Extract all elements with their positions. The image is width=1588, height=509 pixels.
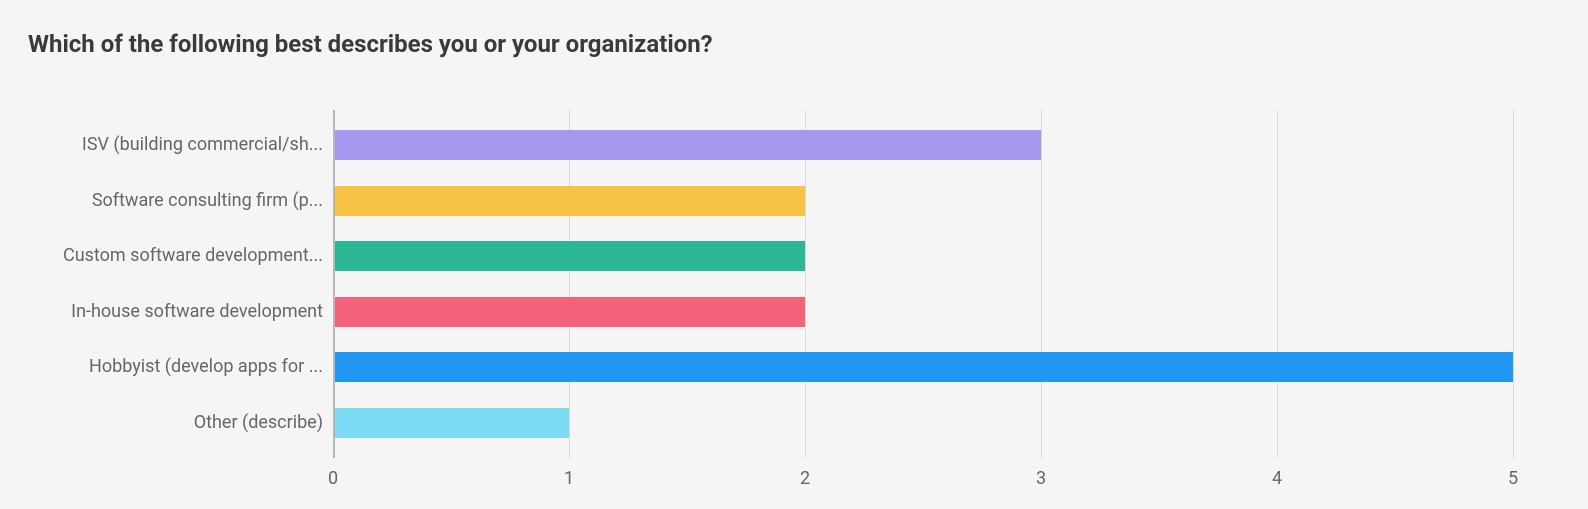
- bar-row: [333, 241, 805, 271]
- x-tick-label: 2: [800, 468, 810, 489]
- y-tick-label: In-house software development: [28, 297, 323, 327]
- bar[interactable]: [333, 297, 805, 327]
- x-tick-label: 0: [328, 468, 338, 489]
- bar-row: [333, 186, 805, 216]
- bar[interactable]: [333, 186, 805, 216]
- x-axis-labels: 012345: [333, 468, 1513, 498]
- y-tick-label: Hobbyist (develop apps for ...: [28, 352, 323, 382]
- bar[interactable]: [333, 241, 805, 271]
- x-tick-label: 3: [1036, 468, 1046, 489]
- chart-area: ISV (building commercial/sh... Software c…: [28, 110, 1568, 500]
- y-tick-label: ISV (building commercial/sh...: [28, 130, 323, 160]
- bar[interactable]: [333, 408, 569, 438]
- bar[interactable]: [333, 352, 1513, 382]
- x-tick-label: 5: [1508, 468, 1518, 489]
- plot-area: [333, 110, 1513, 458]
- y-tick-label: Other (describe): [28, 408, 323, 438]
- y-tick-label: Software consulting firm (p...: [28, 186, 323, 216]
- y-axis-line: [333, 110, 335, 458]
- bar-row: [333, 352, 1513, 382]
- chart-title: Which of the following best describes yo…: [28, 30, 713, 58]
- y-tick-label: Custom software development...: [28, 241, 323, 271]
- bar-row: [333, 297, 805, 327]
- bar[interactable]: [333, 130, 1041, 160]
- x-tick-label: 1: [564, 468, 574, 489]
- x-tick-label: 4: [1272, 468, 1282, 489]
- bars-group: [333, 110, 1513, 458]
- bar-row: [333, 408, 569, 438]
- y-axis-labels: ISV (building commercial/sh... Software c…: [28, 110, 323, 458]
- gridline: [1513, 110, 1514, 458]
- bar-row: [333, 130, 1041, 160]
